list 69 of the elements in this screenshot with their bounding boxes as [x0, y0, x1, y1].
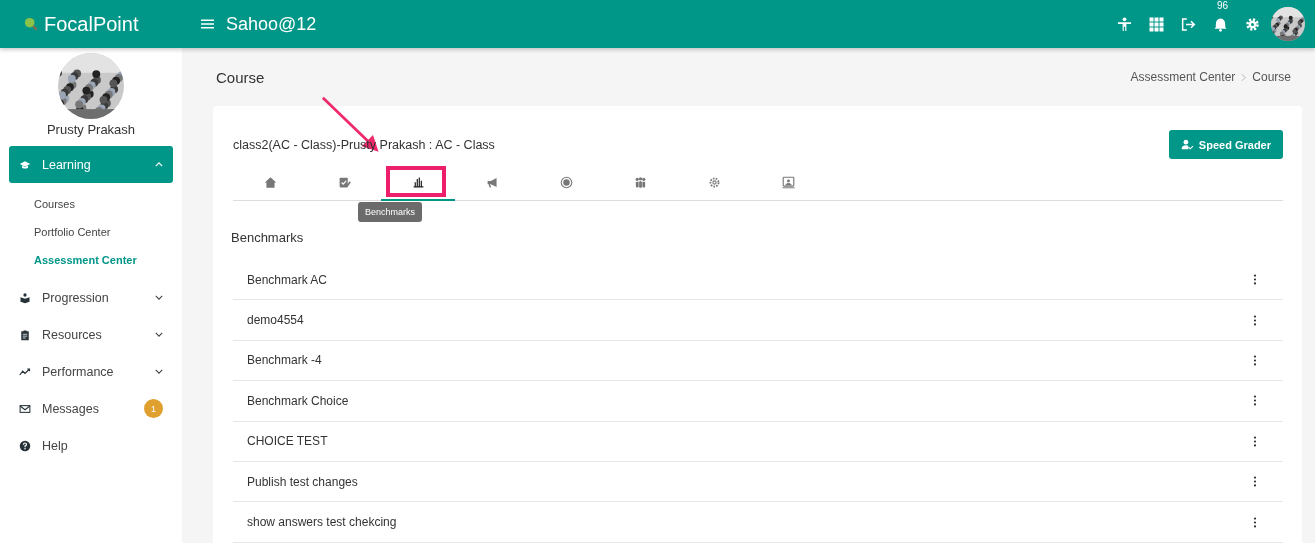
benchmark-name[interactable]: show answers test chekcing — [247, 515, 397, 530]
bar-chart-icon — [411, 175, 425, 188]
list-row[interactable]: Publish test changes — [233, 461, 1283, 503]
mail-icon — [19, 402, 31, 415]
app-logo: FocalPoint — [44, 12, 139, 36]
breadcrumb-item[interactable]: Assessment Center — [1130, 70, 1236, 84]
settings-icon[interactable] — [1245, 16, 1260, 32]
menu-item[interactable]: Resources — [9, 316, 173, 353]
menu-icon[interactable] — [201, 19, 214, 29]
chevron-icon — [155, 162, 163, 167]
chevron-icon — [155, 295, 163, 300]
menu-item[interactable]: Performance — [9, 353, 173, 390]
submenu-item[interactable]: Portfolio Center — [34, 218, 173, 246]
home-icon — [263, 175, 277, 189]
trend-icon — [19, 365, 31, 378]
list-row[interactable]: demo4554 — [233, 300, 1283, 341]
menu-item[interactable]: Learning — [9, 146, 173, 183]
people-icon — [633, 175, 647, 189]
more-options-icon[interactable] — [1253, 435, 1257, 447]
benchmark-name[interactable]: demo4554 — [247, 313, 304, 328]
magnifier-logo-icon — [24, 17, 38, 31]
edit-icon — [337, 175, 351, 189]
list-row[interactable]: Benchmark -4 — [233, 340, 1283, 382]
benchmark-name[interactable]: Benchmark Choice — [247, 393, 349, 408]
menu-item[interactable]: Help — [9, 427, 173, 464]
submenu-item[interactable]: Courses — [34, 190, 173, 218]
help-icon — [19, 439, 31, 452]
breadcrumb-item: Course — [1252, 70, 1291, 84]
list-row[interactable]: Benchmark Choice — [233, 381, 1283, 422]
reader-icon — [19, 291, 31, 304]
account-name: Sahoo@12 — [226, 13, 317, 35]
chevron-icon — [155, 332, 163, 337]
page-title: Course — [216, 68, 265, 86]
highlight-frame — [386, 166, 446, 197]
more-options-icon[interactable] — [1253, 354, 1257, 366]
menu-item[interactable]: Progression — [9, 279, 173, 316]
settings-icon — [707, 175, 721, 189]
more-options-icon[interactable] — [1253, 314, 1257, 326]
more-options-icon[interactable] — [1253, 476, 1257, 488]
accessibility-icon[interactable] — [1117, 16, 1132, 32]
megaphone-icon — [485, 175, 499, 189]
list-row[interactable]: Benchmark AC — [233, 260, 1283, 301]
presenter-icon — [781, 175, 795, 189]
chevron-icon — [155, 369, 163, 374]
speed-grader-button[interactable]: Speed Grader — [1168, 130, 1283, 159]
chevron-icon — [1241, 72, 1247, 82]
notification-count: 96 — [1217, 0, 1229, 11]
more-options-icon[interactable] — [1253, 395, 1257, 407]
count-badge: 1 — [144, 399, 163, 418]
tooltip: Benchmarks — [358, 202, 423, 222]
benchmark-name[interactable]: Benchmark AC — [247, 272, 328, 287]
logout-icon[interactable] — [1181, 16, 1196, 32]
user-check-icon — [1180, 139, 1194, 150]
apps-grid-icon[interactable] — [1149, 16, 1164, 32]
menu-item[interactable]: Messages 1 — [9, 390, 173, 427]
list-row[interactable]: show answers test chekcing — [233, 502, 1283, 543]
graduation-cap-icon — [19, 158, 31, 171]
more-options-icon[interactable] — [1253, 274, 1257, 286]
list-row[interactable]: CHOICE TEST — [233, 421, 1283, 462]
clipboard-icon — [19, 328, 31, 341]
benchmark-name[interactable]: CHOICE TEST — [247, 434, 328, 449]
submenu-item[interactable]: Assessment Center — [34, 246, 173, 274]
benchmark-name[interactable]: Publish test changes — [247, 474, 358, 489]
section-title: Benchmarks — [231, 230, 305, 245]
more-options-icon[interactable] — [1253, 516, 1257, 528]
bell-icon[interactable] — [1213, 16, 1228, 32]
benchmark-name[interactable]: Benchmark -4 — [247, 353, 322, 368]
user-name: Prusty Prakash — [46, 122, 136, 137]
badge-icon — [559, 175, 573, 189]
